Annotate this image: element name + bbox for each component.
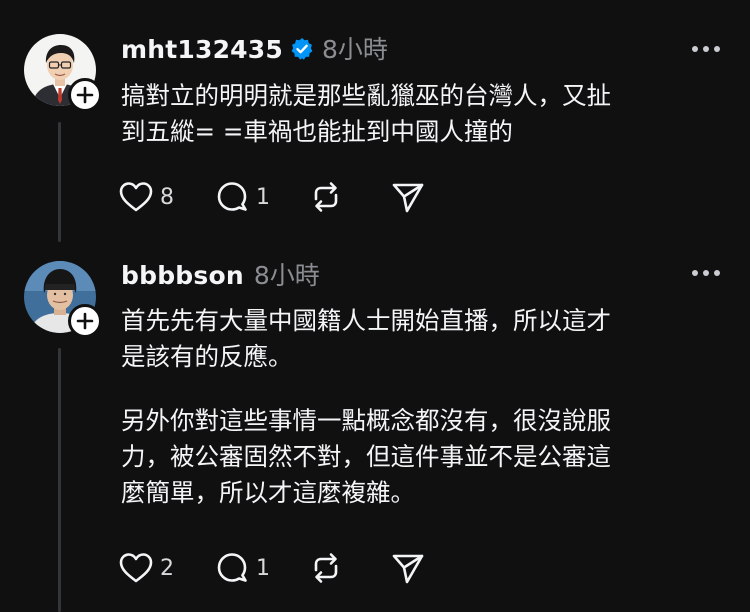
post-2: bbbbson 8小時 首先先有大量中國籍人士開始直播，所以這才 是該有的反應。… bbox=[0, 0, 750, 612]
post-header: bbbbson 8小時 bbox=[121, 256, 320, 292]
like-count: 2 bbox=[160, 555, 174, 581]
like-button[interactable]: 2 bbox=[118, 548, 174, 588]
thread-line bbox=[58, 348, 61, 612]
post-text-paragraph-2: 另外你對這些事情一點概念都沒有，很沒說服 力，被公審固然不對，但這件事並不是公審… bbox=[121, 406, 611, 507]
repost-button[interactable] bbox=[308, 548, 344, 588]
send-icon bbox=[392, 554, 424, 584]
share-button[interactable] bbox=[390, 548, 426, 588]
heart-icon bbox=[119, 553, 153, 583]
more-options-icon[interactable] bbox=[690, 268, 722, 278]
follow-button[interactable] bbox=[68, 304, 102, 338]
comment-icon bbox=[217, 553, 247, 582]
username[interactable]: bbbbson bbox=[121, 261, 244, 290]
post-time: 8小時 bbox=[253, 261, 320, 290]
reply-button[interactable]: 1 bbox=[214, 548, 270, 588]
plus-icon bbox=[76, 312, 94, 330]
post-text: 首先先有大量中國籍人士開始直播，所以這才 是該有的反應。 bbox=[121, 306, 611, 371]
reply-count: 1 bbox=[256, 555, 270, 581]
post-actions: 2 1 bbox=[118, 548, 426, 588]
repost-icon bbox=[314, 553, 338, 583]
